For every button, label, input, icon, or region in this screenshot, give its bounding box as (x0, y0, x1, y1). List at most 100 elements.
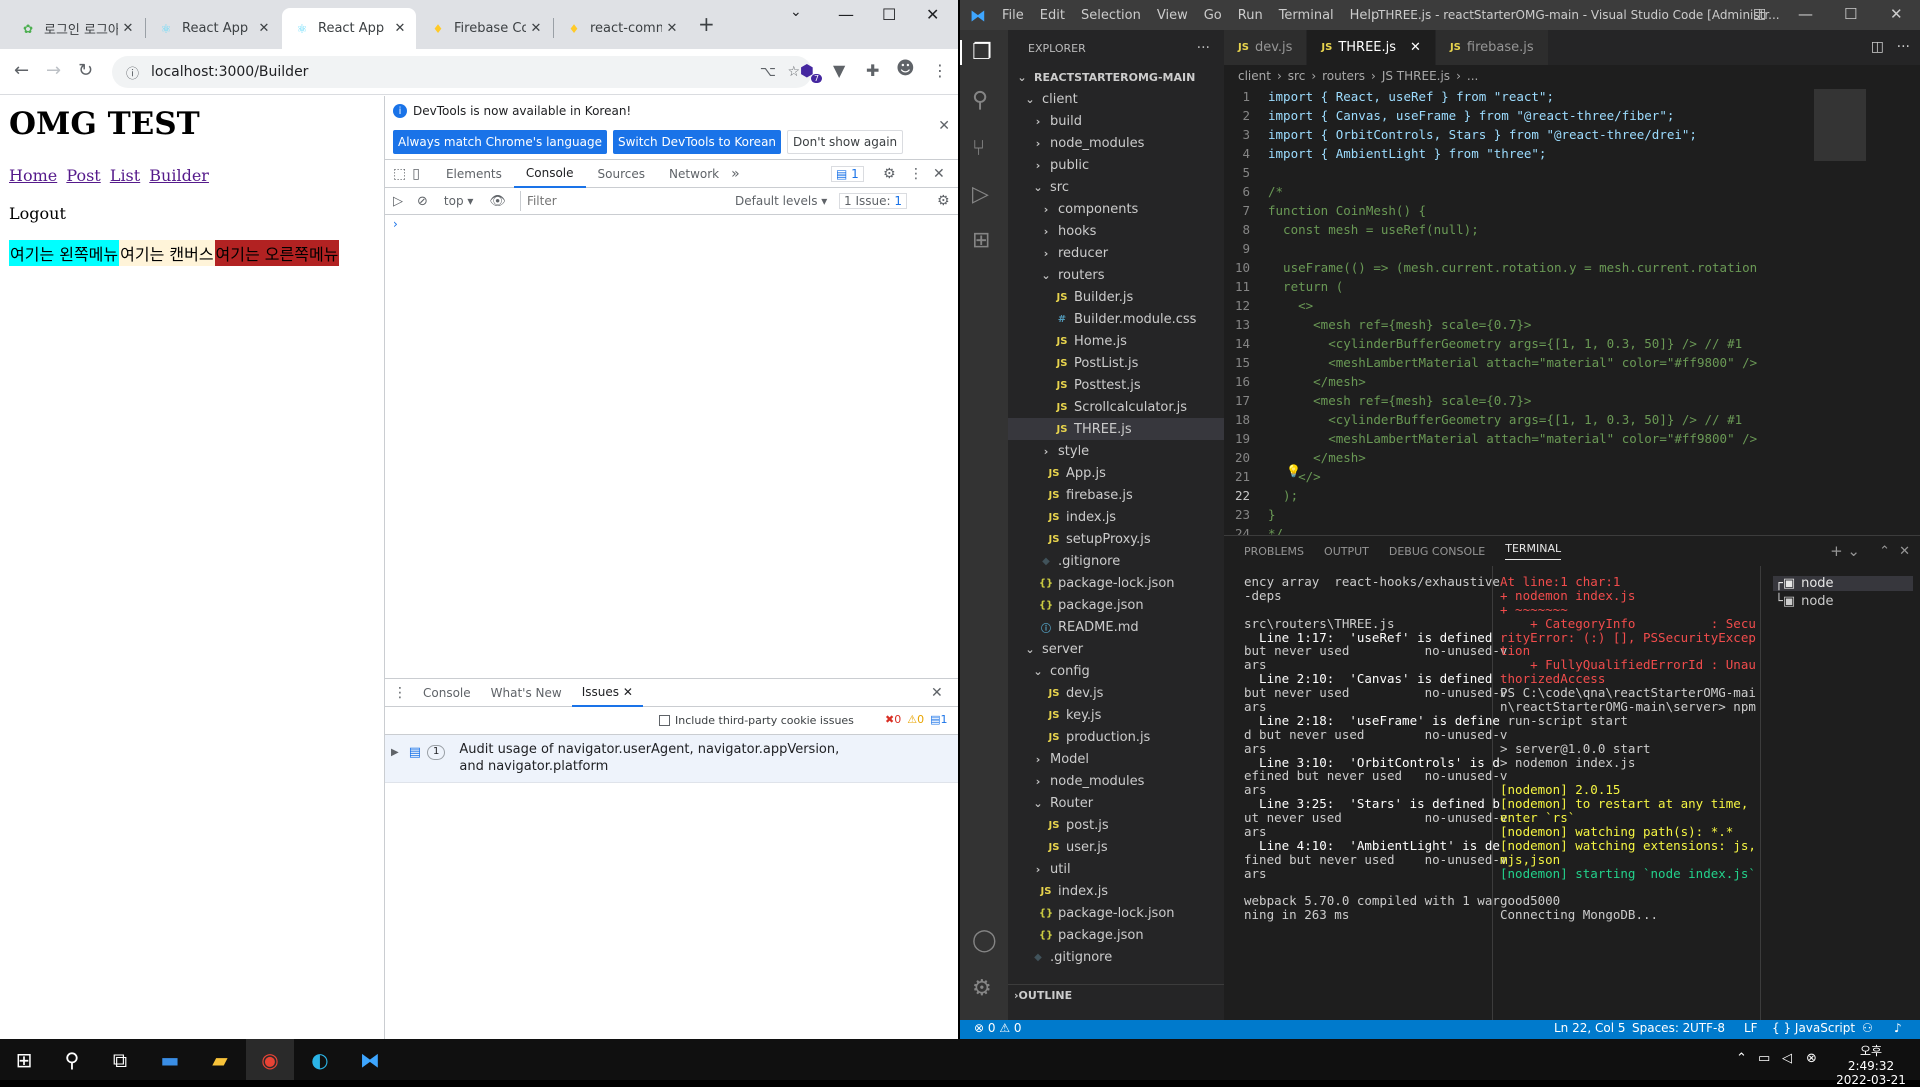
tray-chevron-icon[interactable]: ⌃ (1736, 1051, 1747, 1066)
chrome-menu-icon[interactable]: ⋮ (932, 61, 948, 80)
maximize-panel-icon[interactable]: ⌃ (1879, 544, 1890, 559)
issue-count-button[interactable]: 1 Issue: 1 (839, 193, 907, 209)
breadcrumb-item[interactable]: routers (1322, 69, 1365, 83)
inspect-element-icon[interactable]: ⬚ (393, 166, 406, 182)
minimize-button[interactable]: — (1798, 5, 1813, 23)
tree-item[interactable]: {} package-lock.json (1008, 902, 1224, 924)
menu-run[interactable]: Run (1238, 8, 1263, 23)
tree-item[interactable]: ⓘ README.md (1008, 616, 1224, 638)
tree-item[interactable]: ◆ .gitignore (1008, 550, 1224, 572)
ime-icon[interactable]: ⊗ (1806, 1051, 1817, 1066)
panel-tab-terminal[interactable]: TERMINAL (1505, 542, 1562, 560)
network-icon[interactable]: ▭ (1758, 1051, 1770, 1066)
new-terminal-icon[interactable]: + ⌄ (1830, 542, 1860, 560)
menu-terminal[interactable]: Terminal (1279, 8, 1334, 23)
more-tabs-icon[interactable]: » (731, 166, 740, 182)
tree-item[interactable]: # Builder.module.css (1008, 308, 1224, 330)
close-tab-icon[interactable]: ✕ (1410, 40, 1421, 55)
breadcrumb-item[interactable]: client (1238, 69, 1271, 83)
search-icon[interactable]: ⚲ (48, 1039, 96, 1080)
terminal-left[interactable]: ency array react-hooks/exhaustive -deps sr… (1244, 573, 1507, 934)
close-devtools-icon[interactable]: ✕ (933, 166, 945, 182)
tree-item[interactable]: ⌄ config (1008, 660, 1224, 682)
tree-item[interactable]: JS production.js (1008, 726, 1224, 748)
editor-tab-three-js[interactable]: JS THREE.js ✕ (1307, 30, 1436, 65)
close-tab-icon[interactable]: ✕ (254, 21, 274, 36)
devtools-menu-icon[interactable]: ⋮ (909, 166, 923, 182)
terminal-item-2[interactable]: └▣ node (1773, 594, 1834, 609)
tree-item[interactable]: JS Home.js (1008, 330, 1224, 352)
tree-item[interactable]: {} package.json (1008, 594, 1224, 616)
match-language-button[interactable]: Always match Chrome's language (393, 130, 607, 154)
tree-item[interactable]: JS Builder.js (1008, 286, 1224, 308)
clear-console-icon[interactable]: ⊘ (417, 194, 428, 209)
tab-react-community[interactable]: ♦ react-commu ✕ (554, 8, 688, 49)
device-toolbar-icon[interactable]: ▯ (412, 166, 420, 182)
terminal-right[interactable]: At line:1 char:1 + nodemon index.js + ~~~~… (1500, 573, 1756, 934)
volume-icon[interactable]: ◁ (1782, 1051, 1792, 1066)
tree-item[interactable]: ⌄ Router (1008, 792, 1224, 814)
maximize-button[interactable]: ☐ (1844, 5, 1857, 23)
tree-item[interactable]: › build (1008, 110, 1224, 132)
close-tab-icon[interactable]: ✕ (662, 21, 682, 36)
tree-item[interactable]: JS firebase.js (1008, 484, 1224, 506)
tree-item[interactable]: › reducer (1008, 242, 1224, 264)
panel-tab-problems[interactable]: PROBLEMS (1244, 545, 1304, 558)
tab-network[interactable]: Network (657, 160, 731, 188)
tree-item[interactable]: › Model (1008, 748, 1224, 770)
tree-item[interactable]: {} package-lock.json (1008, 572, 1224, 594)
menu-edit[interactable]: Edit (1040, 8, 1065, 23)
tree-item[interactable]: JS setupProxy.js (1008, 528, 1224, 550)
drawer-tab-console[interactable]: Console (413, 679, 481, 707)
layout-icon[interactable]: ◫ (1753, 6, 1766, 22)
notifications-bell-icon[interactable]: ♪ (1894, 1021, 1902, 1035)
editor-more-icon[interactable]: ··· (1897, 39, 1910, 55)
context-selector[interactable]: top ▾ (444, 194, 474, 208)
tree-item[interactable]: ◆ .gitignore (1008, 946, 1224, 968)
nav-link-list[interactable]: List (110, 166, 140, 185)
tree-item[interactable]: › public (1008, 154, 1224, 176)
tree-item[interactable]: › node_modules (1008, 770, 1224, 792)
nav-link-post[interactable]: Post (66, 166, 100, 185)
tab-react-app-active[interactable]: ⚛ React App ✕ (282, 8, 416, 49)
reload-button[interactable]: ↻ (78, 60, 93, 81)
tree-item[interactable]: › components (1008, 198, 1224, 220)
extensions-icon[interactable]: ⊞ (972, 228, 990, 253)
menu-selection[interactable]: Selection (1081, 8, 1141, 23)
console-settings-icon[interactable]: ⚙ (937, 193, 950, 209)
menu-help[interactable]: Help (1350, 8, 1380, 23)
tree-item[interactable]: › style (1008, 440, 1224, 462)
vscode-icon[interactable]: ⧓ (346, 1039, 394, 1080)
tab-console[interactable]: Console (513, 160, 586, 188)
task-view-icon[interactable]: ⧉ (96, 1039, 144, 1080)
tab-search-icon[interactable]: ⌄ (790, 4, 802, 20)
tree-item[interactable]: ⌄ server (1008, 638, 1224, 660)
drawer-tab-whats-new[interactable]: What's New (481, 679, 572, 707)
breadcrumb-item[interactable]: ... (1467, 69, 1478, 83)
settings-gear-icon[interactable]: ⚙ (883, 166, 896, 182)
windows-start-icon[interactable]: ⊞ (0, 1039, 48, 1080)
tree-item[interactable]: JS index.js (1008, 506, 1224, 528)
close-issues-tab-icon[interactable]: ✕ (623, 685, 633, 699)
expand-triangle-icon[interactable]: ▶ (391, 747, 399, 758)
close-tab-icon[interactable]: ✕ (526, 21, 546, 36)
tree-item[interactable]: JS index.js (1008, 880, 1224, 902)
drawer-menu-icon[interactable]: ⋮ (393, 685, 407, 701)
address-bar[interactable]: ⓘ localhost:3000/Builder ⌥ ☆ (112, 56, 812, 88)
menu-file[interactable]: File (1002, 8, 1024, 23)
tree-item[interactable]: JS user.js (1008, 836, 1224, 858)
forward-button[interactable]: → (46, 60, 61, 81)
avatar[interactable]: ☻ (896, 58, 915, 79)
terminal-item-1[interactable]: ┌▣ node (1773, 576, 1913, 591)
explorer-icon[interactable]: ❐ (960, 40, 992, 65)
edge-icon[interactable]: ◐ (296, 1039, 344, 1080)
star-icon[interactable]: ☆ (787, 64, 800, 80)
tab-firebase-console[interactable]: ♦ Firebase Con ✕ (418, 8, 552, 49)
switch-korean-button[interactable]: Switch DevTools to Korean (612, 130, 782, 154)
line-endings[interactable]: LF (1744, 1021, 1758, 1035)
editor-tab-dev-js[interactable]: JS dev.js (1224, 30, 1308, 65)
code-editor[interactable]: 1 import { React, useRef } from "react"; 2… (1224, 87, 1804, 535)
tab-login[interactable]: ✿ 로그인 로그아웃 ✕ (8, 8, 144, 49)
tree-item[interactable]: › hooks (1008, 220, 1224, 242)
tree-item[interactable]: JS post.js (1008, 814, 1224, 836)
